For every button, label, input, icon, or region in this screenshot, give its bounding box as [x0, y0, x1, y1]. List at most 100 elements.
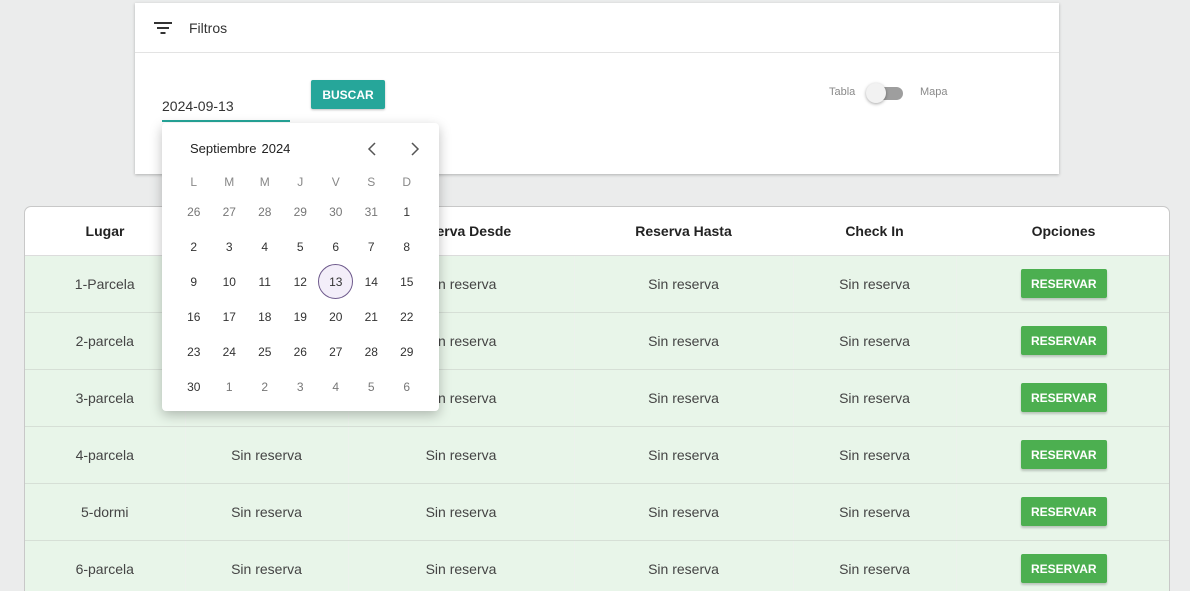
status-cell: Sin reserva	[185, 483, 349, 541]
reserve-button[interactable]: RESERVAR	[1020, 440, 1107, 469]
calendar-day[interactable]: 27	[318, 334, 354, 369]
calendar-day-label: 27	[222, 204, 236, 219]
column-header: Opciones	[956, 207, 1169, 256]
calendar-day[interactable]: 11	[247, 264, 283, 299]
calendar-day[interactable]: 3	[212, 229, 248, 264]
calendar-day[interactable]: 6	[318, 229, 354, 264]
calendar-day-label: 26	[187, 204, 201, 219]
view-toggle-knob[interactable]	[866, 83, 886, 103]
calendar-day[interactable]: 17	[212, 299, 248, 334]
calendar-day[interactable]: 12	[283, 264, 319, 299]
calendar-day[interactable]: 28	[247, 194, 283, 229]
calendar-day[interactable]: 5	[354, 369, 390, 404]
calendar-day[interactable]: 3	[283, 369, 319, 404]
calendar-day[interactable]: 9	[176, 264, 212, 299]
calendar-day-label: 19	[293, 309, 307, 324]
search-button[interactable]: BUSCAR	[311, 80, 385, 109]
calendar-day-label: 2	[190, 239, 198, 254]
calendar-day[interactable]: 1	[389, 194, 425, 229]
reserve-button[interactable]: RESERVAR	[1020, 554, 1107, 583]
chevron-left-icon[interactable]	[360, 137, 384, 161]
calendar-day[interactable]: 7	[354, 229, 390, 264]
calendar-day[interactable]: 6	[389, 369, 425, 404]
calendar-day[interactable]: 30	[176, 369, 212, 404]
calendar-day[interactable]: 2	[176, 229, 212, 264]
calendar-day-label: 4	[261, 239, 269, 254]
calendar-day-label: 10	[222, 274, 236, 289]
calendar-day[interactable]: 27	[212, 194, 248, 229]
calendar-day-label: 5	[296, 239, 304, 254]
calendar-day-label: 21	[364, 309, 378, 324]
calendar-day[interactable]: 20	[318, 299, 354, 334]
reserve-button[interactable]: RESERVAR	[1020, 497, 1107, 526]
calendar-day[interactable]: 29	[389, 334, 425, 369]
status-cell: Sin reserva	[574, 369, 794, 427]
calendar-day[interactable]: 5	[283, 229, 319, 264]
calendar-day-label: 22	[400, 309, 414, 324]
datepicker: Septiembre 2024 LMMJVSD 26 27 28 29 30 31 1 2 3 4 5…	[162, 123, 439, 411]
reserve-button[interactable]: RESERVAR	[1020, 326, 1107, 355]
status-cell: Sin reserva	[348, 540, 575, 591]
calendar-day[interactable]: 4	[247, 229, 283, 264]
filter-icon[interactable]	[154, 21, 172, 35]
datepicker-month: Septiembre	[190, 141, 257, 156]
reserve-button[interactable]: RESERVAR	[1020, 269, 1107, 298]
calendar-day[interactable]: 25	[247, 334, 283, 369]
options-cell: RESERVAR	[956, 369, 1169, 427]
calendar-day-selected[interactable]: 13	[318, 264, 354, 299]
calendar-day[interactable]: 14	[354, 264, 390, 299]
calendar-day-label: 24	[222, 344, 236, 359]
chevron-right-icon[interactable]	[403, 137, 427, 161]
toggle-label-table: Tabla	[829, 86, 856, 98]
options-cell: RESERVAR	[956, 312, 1169, 370]
datepicker-title: Septiembre 2024	[190, 141, 290, 156]
status-cell: Sin reserva	[348, 483, 575, 541]
calendar-day[interactable]: 22	[389, 299, 425, 334]
status-cell: Sin reserva	[348, 426, 575, 484]
filter-header: Filtros	[135, 3, 1059, 53]
calendar-day-label: 27	[329, 344, 343, 359]
calendar-day[interactable]: 8	[389, 229, 425, 264]
calendar-day[interactable]: 16	[176, 299, 212, 334]
status-cell: Sin reserva	[574, 312, 794, 370]
calendar-day[interactable]: 28	[354, 334, 390, 369]
calendar-day[interactable]: 23	[176, 334, 212, 369]
calendar-day[interactable]: 21	[354, 299, 390, 334]
place-cell: 3-parcela	[25, 369, 186, 427]
calendar-day[interactable]: 1	[212, 369, 248, 404]
calendar-day-label: 17	[222, 309, 236, 324]
calendar-day[interactable]: 26	[176, 194, 212, 229]
calendar-day[interactable]: 18	[247, 299, 283, 334]
calendar-day[interactable]: 31	[354, 194, 390, 229]
date-input[interactable]	[162, 88, 290, 122]
calendar-day-label: 26	[293, 344, 307, 359]
status-cell: Sin reserva	[574, 483, 794, 541]
status-cell: Sin reserva	[793, 426, 957, 484]
calendar-day[interactable]: 29	[283, 194, 319, 229]
calendar-day-label: 18	[258, 309, 272, 324]
place-cell: 1-Parcela	[25, 255, 186, 313]
calendar-day[interactable]: 26	[283, 334, 319, 369]
calendar-day-label: 31	[364, 204, 378, 219]
calendar-day-label: 3	[225, 239, 233, 254]
weekday-label: J	[297, 175, 304, 189]
calendar-day[interactable]: 2	[247, 369, 283, 404]
calendar-day[interactable]: 19	[283, 299, 319, 334]
calendar-day-label: 3	[296, 379, 304, 394]
calendar-day[interactable]: 10	[212, 264, 248, 299]
place-cell: 6-parcela	[25, 540, 186, 591]
status-cell: Sin reserva	[793, 369, 957, 427]
calendar-day[interactable]: 24	[212, 334, 248, 369]
options-cell: RESERVAR	[956, 483, 1169, 541]
table-row: 6-parcela Sin reserva Sin reserva Sin reser…	[25, 540, 1169, 591]
calendar-day[interactable]: 15	[389, 264, 425, 299]
calendar-day-label: 8	[403, 239, 411, 254]
calendar-day-label: 6	[332, 239, 340, 254]
calendar-day-label: 23	[187, 344, 201, 359]
calendar-day-label: 2	[261, 379, 269, 394]
reserve-button[interactable]: RESERVAR	[1020, 383, 1107, 412]
calendar-day[interactable]: 4	[318, 369, 354, 404]
status-cell: Sin reserva	[574, 540, 794, 591]
calendar-day-label: 30	[187, 379, 201, 394]
calendar-day[interactable]: 30	[318, 194, 354, 229]
